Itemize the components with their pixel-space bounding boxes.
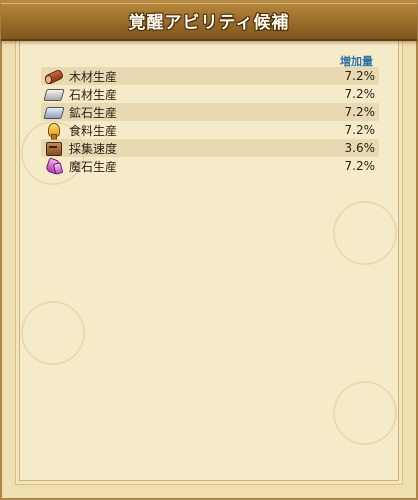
ability-value: 7.2% xyxy=(344,87,376,101)
ability-list: 木材生産 7.2% 石材生産 7.2% 鉱石生産 7.2% 食料生産 7.2% … xyxy=(41,67,379,175)
ability-value: 3.6% xyxy=(344,141,376,155)
awakening-ability-panel: 覚醒アビリティ候補 増加量 木材生産 7.2% 石材生産 7.2% 鉱石生産 7… xyxy=(0,0,418,500)
ability-label: 魔石生産 xyxy=(69,159,118,174)
list-item-food: 食料生産 7.2% xyxy=(41,121,379,140)
food-icon xyxy=(43,121,65,140)
ability-label: 鉱石生産 xyxy=(69,105,118,120)
ability-value: 7.2% xyxy=(344,105,376,119)
ability-value: 7.2% xyxy=(344,69,376,83)
list-item-wood: 木材生産 7.2% xyxy=(41,67,379,85)
wood-icon xyxy=(43,67,65,85)
ability-value: 7.2% xyxy=(344,123,376,137)
ability-label: 採集速度 xyxy=(69,141,118,156)
ability-value: 7.2% xyxy=(344,159,376,173)
gather-icon xyxy=(43,139,65,157)
frame-ornament xyxy=(21,301,85,365)
frame-ornament xyxy=(333,201,397,265)
magic-stone-icon xyxy=(43,157,65,175)
ability-label: 木材生産 xyxy=(69,69,118,84)
ability-label: 石材生産 xyxy=(69,87,118,102)
frame-ornament xyxy=(333,381,397,445)
title-bar: 覚醒アビリティ候補 xyxy=(1,1,417,41)
list-item-gather: 採集速度 3.6% xyxy=(41,139,379,157)
list-item-ore: 鉱石生産 7.2% xyxy=(41,103,379,121)
ability-label: 食料生産 xyxy=(69,123,118,138)
list-item-magic-stone: 魔石生産 7.2% xyxy=(41,157,379,175)
stone-icon xyxy=(43,85,65,103)
list-item-stone: 石材生産 7.2% xyxy=(41,85,379,103)
window-title: 覚醒アビリティ候補 xyxy=(128,13,290,33)
ore-icon xyxy=(43,103,65,121)
